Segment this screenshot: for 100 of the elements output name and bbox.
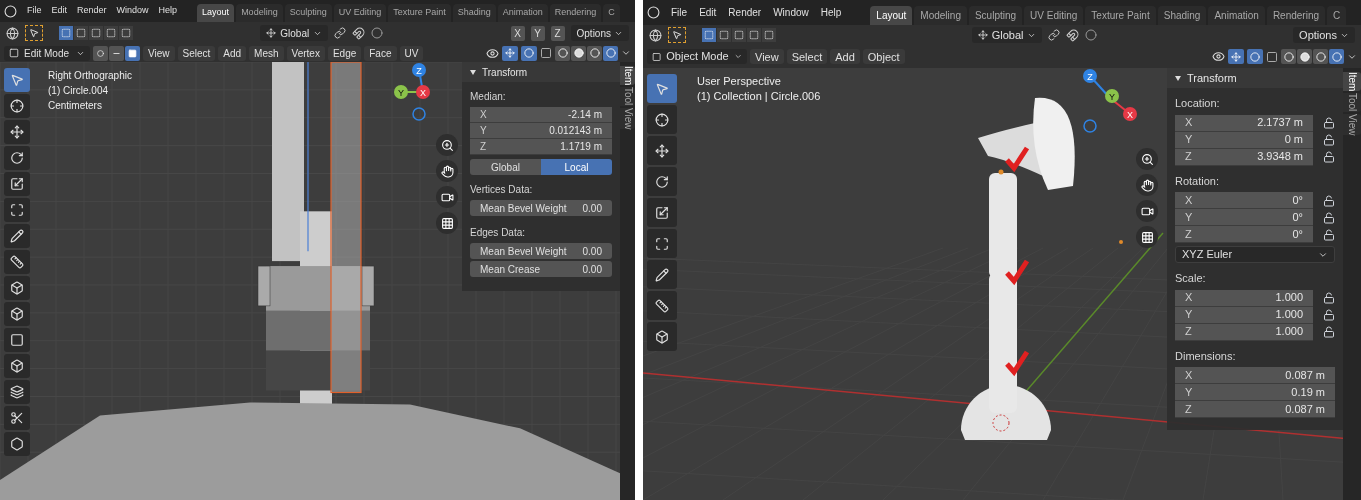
solid-shading-button[interactable] (1297, 49, 1312, 64)
sidebar-tab[interactable]: View (1343, 113, 1361, 136)
tool-button[interactable] (647, 260, 677, 289)
workspace-tab[interactable]: C (603, 4, 620, 22)
eye-icon[interactable] (1212, 50, 1225, 63)
menu-item[interactable]: Window (112, 4, 153, 18)
property-field[interactable]: Mean Bevel Weight 0.00 (470, 200, 612, 216)
mirror-axis-button[interactable]: Z (550, 25, 565, 41)
workspace-tab[interactable]: Layout (197, 4, 235, 22)
number-field[interactable]: X 1.000 (1175, 289, 1313, 307)
toggle-button[interactable]: Global (470, 159, 541, 175)
options-dropdown[interactable]: Options (1293, 27, 1355, 43)
select-mode-button[interactable] (732, 28, 746, 42)
workspace-tab[interactable]: Shading (1157, 6, 1207, 25)
workspace-tab[interactable]: Animation (497, 4, 548, 22)
workspace-tab[interactable]: Modeling (914, 6, 967, 25)
magnet-icon[interactable] (352, 26, 366, 40)
overlay-toggle-button[interactable] (1247, 49, 1263, 64)
grid-button[interactable] (436, 212, 458, 234)
unlock-icon[interactable] (1323, 134, 1335, 146)
unlock-icon[interactable] (1323, 326, 1335, 338)
number-field[interactable]: Z 1.1719 m (470, 139, 612, 155)
menu-item[interactable]: File (666, 5, 693, 20)
gizmo-toggle-button[interactable] (1228, 49, 1244, 64)
header-menu-button[interactable]: Add (218, 45, 247, 61)
workspace-tab[interactable]: C (1327, 6, 1347, 25)
workspace-tab[interactable]: UV Editing (333, 4, 387, 22)
wireframe-shading-button[interactable] (555, 45, 570, 61)
axis-gizmo-drawing[interactable]: Z Y X (393, 62, 455, 130)
tool-button[interactable] (4, 198, 30, 222)
number-field[interactable]: X 0.087 m (1175, 367, 1335, 384)
orientation-dropdown[interactable]: Global (260, 25, 329, 41)
workspace-tab[interactable]: Texture Paint (1085, 6, 1156, 25)
options-dropdown[interactable]: Options (570, 25, 629, 41)
select-mode-button[interactable] (762, 28, 776, 42)
select-mode-button[interactable] (74, 26, 88, 40)
number-field[interactable]: Z 0.087 m (1175, 401, 1335, 418)
unlock-icon[interactable] (1323, 211, 1335, 224)
header-menu-button[interactable]: Edge (327, 45, 362, 61)
workspace-tab[interactable]: Modeling (236, 4, 283, 22)
number-field[interactable]: Y 0.012143 m (470, 123, 612, 139)
tool-button[interactable] (647, 167, 677, 196)
camera-button[interactable] (1136, 200, 1158, 222)
select-mode-button[interactable] (747, 28, 761, 42)
hand-button[interactable] (1136, 174, 1158, 196)
toggle-button[interactable]: Local (541, 159, 612, 175)
number-field[interactable]: X -2.14 m (470, 107, 612, 123)
menu-item[interactable]: Render (723, 5, 767, 20)
select-tool-button[interactable] (668, 27, 686, 43)
header-menu-button[interactable]: Select (786, 49, 828, 64)
header-menu-button[interactable]: UV (399, 45, 424, 61)
select-tool-button[interactable] (25, 25, 43, 41)
mirror-axis-button[interactable]: Y (530, 25, 545, 41)
menu-item[interactable]: Window (768, 5, 814, 20)
tool-button[interactable] (4, 380, 30, 404)
wireframe-shading-button[interactable] (1281, 49, 1296, 64)
select-mode-button[interactable] (717, 28, 731, 42)
link-icon[interactable] (1048, 29, 1061, 41)
tool-button[interactable] (4, 328, 30, 352)
tool-button[interactable] (4, 120, 30, 144)
header-menu-button[interactable]: Mesh (249, 45, 284, 61)
unlock-icon[interactable] (1323, 292, 1335, 304)
number-field[interactable]: Z 0° (1175, 226, 1313, 243)
sidebar-tab[interactable]: Tool (620, 87, 635, 106)
select-mode-button[interactable] (104, 26, 118, 40)
number-field[interactable]: X 0° (1175, 192, 1313, 209)
eye-icon[interactable] (486, 46, 499, 60)
camera-button[interactable] (436, 186, 458, 208)
number-field[interactable]: X 2.1737 m (1175, 114, 1313, 132)
tool-button[interactable] (647, 291, 677, 320)
menu-item[interactable]: Edit (694, 5, 722, 20)
link-icon[interactable] (334, 27, 347, 39)
workspace-tab[interactable]: Sculpting (968, 6, 1023, 25)
solid-shading-button[interactable] (571, 45, 586, 61)
unlock-icon[interactable] (1323, 194, 1335, 207)
panel-header[interactable]: Transform (1167, 68, 1343, 88)
header-menu-button[interactable]: Face (364, 45, 397, 61)
header-menu-button[interactable]: View (750, 49, 784, 64)
unlock-icon[interactable] (1323, 117, 1335, 129)
dropdown[interactable]: XYZ Euler (1175, 246, 1335, 263)
tool-button[interactable] (647, 198, 677, 227)
face-select-button[interactable] (125, 45, 140, 61)
menu-item[interactable]: File (23, 4, 46, 18)
header-menu-button[interactable]: View (143, 45, 175, 61)
number-field[interactable]: Y 0° (1175, 209, 1313, 226)
orientation-dropdown[interactable]: Global (971, 27, 1043, 43)
workspace-tab[interactable]: Shading (452, 4, 496, 22)
circle-icon[interactable] (371, 27, 384, 39)
header-menu-button[interactable]: Object (862, 49, 905, 64)
material-shading-button[interactable] (587, 45, 602, 61)
mirror-axis-button[interactable]: X (510, 25, 525, 41)
menu-item[interactable]: Help (154, 4, 182, 18)
workspace-tab[interactable]: Rendering (1266, 6, 1326, 25)
axis-gizmo-drawing[interactable]: Z Y X (1080, 68, 1142, 136)
menu-item[interactable]: Edit (47, 4, 72, 18)
tool-button[interactable] (647, 229, 677, 258)
sidebar-tab[interactable]: View (620, 107, 635, 130)
unlock-icon[interactable] (1323, 151, 1335, 163)
tool-button[interactable] (4, 302, 30, 326)
tool-button[interactable] (4, 250, 30, 274)
